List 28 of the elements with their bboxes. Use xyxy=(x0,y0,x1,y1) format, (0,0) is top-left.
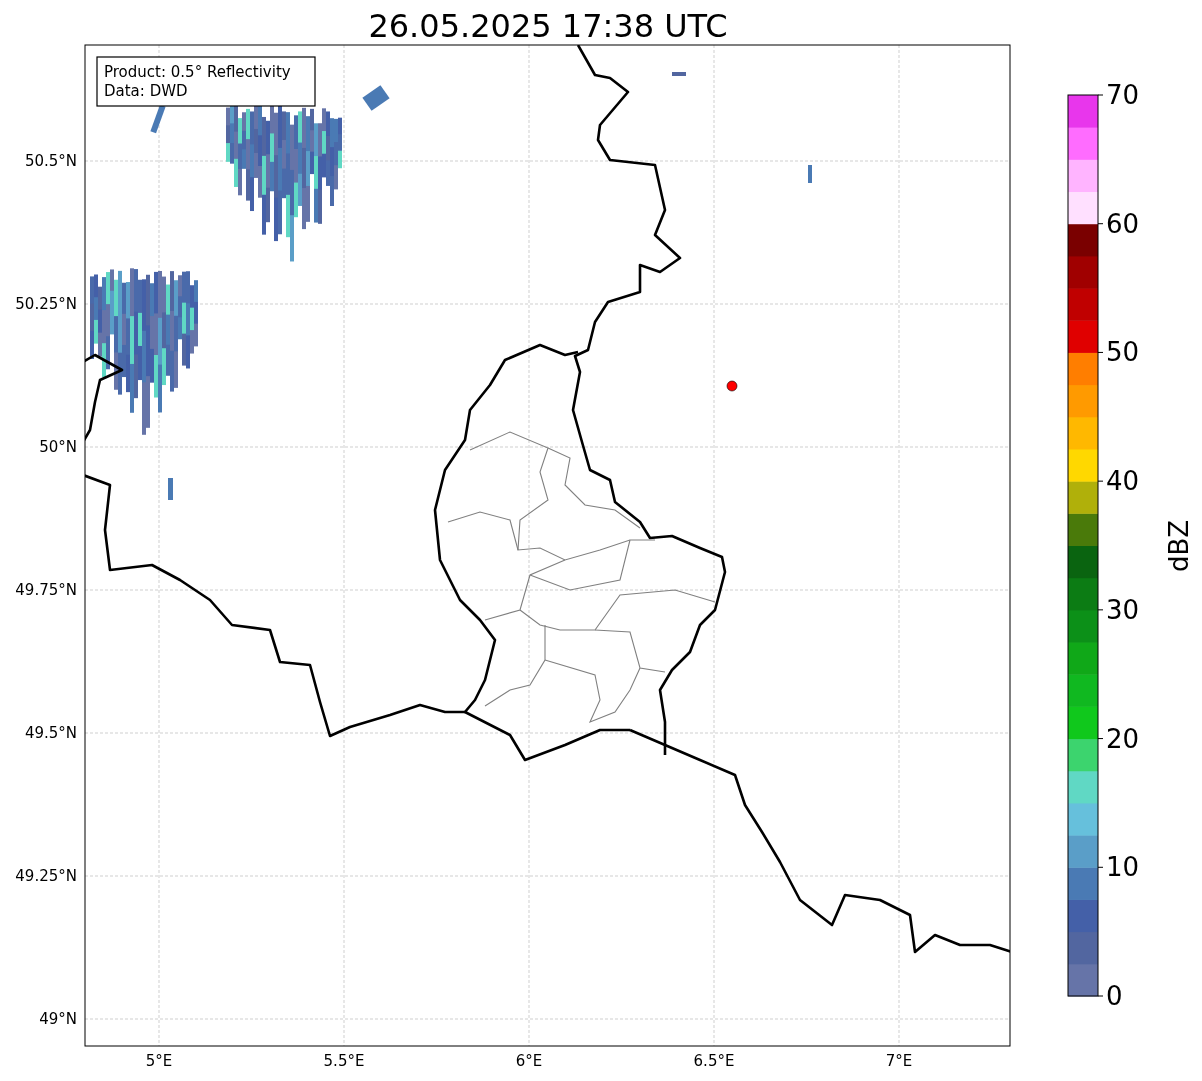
longitude-label: 6.5°E xyxy=(693,1052,735,1070)
colorbar-tick-label: 70 xyxy=(1106,80,1140,110)
radar-echo xyxy=(168,478,173,500)
location-marker xyxy=(726,380,738,392)
colorbar-tick-label: 30 xyxy=(1106,594,1140,625)
longitude-label: 5°E xyxy=(145,1052,173,1070)
radar-echo xyxy=(672,72,686,76)
colorbar-tick-label: 0 xyxy=(1106,981,1123,1011)
longitude-label: 5.5°E xyxy=(323,1052,365,1070)
latitude-label: 49.5°N xyxy=(24,724,77,742)
legend-text: Product: 0.5° Reflectivity xyxy=(104,63,291,81)
latitude-label: 50.25°N xyxy=(15,295,77,313)
legend-text: Data: DWD xyxy=(104,82,188,100)
colorbar-label: dBZ xyxy=(1164,519,1194,573)
colorbar-tick-label: 60 xyxy=(1106,208,1140,239)
latitude-label: 49.25°N xyxy=(15,867,77,885)
colorbar-tick-label: 40 xyxy=(1106,466,1140,497)
colorbar-tick-label: 50 xyxy=(1106,337,1140,368)
longitude-label: 7°E xyxy=(885,1052,913,1070)
colorbar-tick-label: 10 xyxy=(1106,852,1140,883)
plot-title: 26.05.2025 17:38 UTC xyxy=(368,7,728,45)
radar-echo xyxy=(808,165,812,183)
latitude-label: 49.75°N xyxy=(15,581,77,599)
latitude-label: 50°N xyxy=(39,438,77,456)
latitude-label: 49°N xyxy=(39,1010,77,1028)
longitude-label: 6°E xyxy=(515,1052,543,1070)
latitude-label: 50.5°N xyxy=(24,152,77,170)
colorbar-tick-label: 20 xyxy=(1106,723,1140,754)
